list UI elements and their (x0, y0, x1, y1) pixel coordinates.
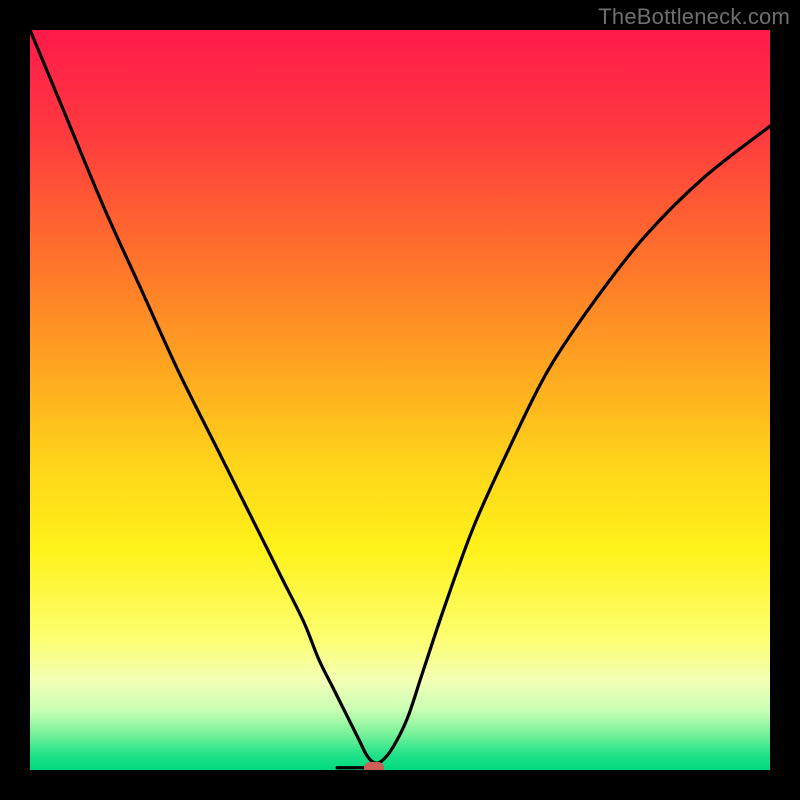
watermark-text: TheBottleneck.com (598, 4, 790, 30)
curve-layer (30, 30, 770, 770)
plot-area (30, 30, 770, 770)
bottleneck-curve (30, 30, 770, 763)
current-point-marker (364, 762, 384, 770)
outer-frame: TheBottleneck.com (0, 0, 800, 800)
